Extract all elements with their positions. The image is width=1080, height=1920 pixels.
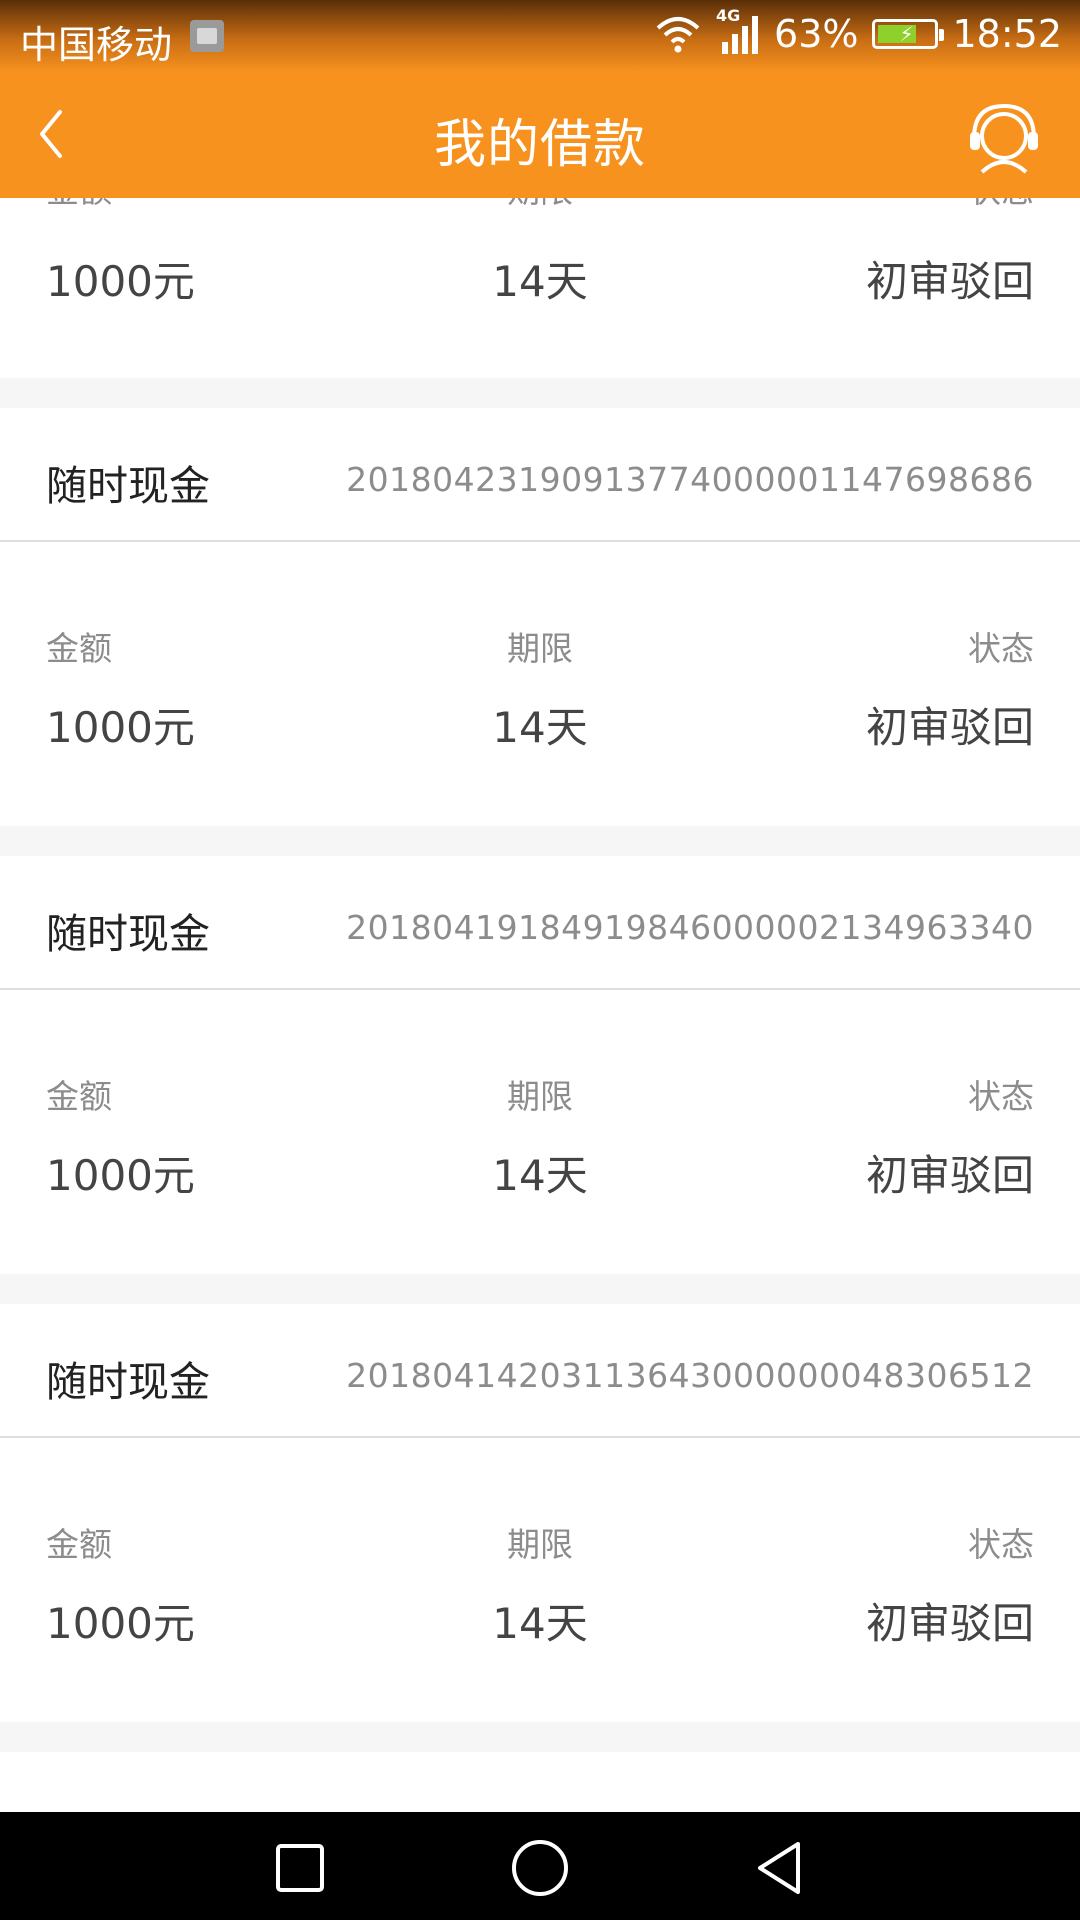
recent-apps-button[interactable] [270, 1838, 330, 1898]
signal-icon: 4G [716, 6, 760, 56]
status-label: 状态 [968, 1525, 1034, 1564]
card-separator [0, 378, 1080, 408]
status-icons: 4G 63% ⚡ 18:52 [654, 6, 1062, 56]
loan-card-next-partial[interactable] [0, 1752, 1080, 1812]
home-button[interactable] [510, 1838, 570, 1898]
term-label: 期限 [507, 629, 573, 668]
card-separator [0, 1274, 1080, 1304]
order-number: 20180414203113643000000048306512 [346, 1356, 1034, 1395]
loan-card-header: 随时现金 20180414203113643000000048306512 [0, 1304, 1080, 1438]
card-separator [0, 1722, 1080, 1752]
carrier-name: 中国移动 [20, 23, 173, 67]
term-label: 期限 [0, 198, 1080, 212]
wifi-icon [654, 14, 702, 54]
loan-card-partial[interactable]: 金额1000元 期限14天 状态初审驳回 [0, 198, 1080, 378]
status-value: 初审驳回 [865, 703, 1034, 752]
network-type: 4G [716, 6, 741, 25]
system-nav-bar [0, 1812, 1080, 1920]
loan-card[interactable]: 随时现金 20180414203113643000000048306512 金额… [0, 1304, 1080, 1722]
loan-card[interactable]: 随时现金 20180419184919846000002134963340 金额… [0, 856, 1080, 1274]
triangle-icon [758, 1842, 800, 1894]
product-name: 随时现金 [46, 910, 210, 958]
product-name: 随时现金 [46, 1358, 210, 1406]
status-label: 状态 [968, 198, 1034, 212]
term-label: 期限 [507, 1525, 573, 1564]
loan-card[interactable]: 随时现金 2018042319091377400000114769868​6 金… [0, 408, 1080, 826]
battery-icon: ⚡ [872, 19, 945, 49]
loan-list[interactable]: 金额1000元 期限14天 状态初审驳回 随时现金 20180423190913… [0, 198, 1080, 1812]
loan-card-body: 金额 1000元 期限 14天 状态 初审驳回 [0, 542, 1080, 826]
status-value: 初审驳回 [865, 1151, 1034, 1200]
term-label: 期限 [507, 1077, 573, 1116]
status-value: 初审驳回 [865, 257, 1034, 306]
nav-back-button[interactable] [750, 1838, 810, 1898]
customer-service-button[interactable] [966, 100, 1042, 176]
loan-card-body: 金额 1000元 期限 14天 状态 初审驳回 [0, 990, 1080, 1274]
product-name: 随时现金 [46, 462, 210, 510]
gallery-notification-icon [190, 20, 224, 52]
order-number: 2018042319091377400000114769868​6 [346, 460, 1034, 499]
status-bar: 中国移动 4G 63% ⚡ 18:52 [0, 0, 1080, 72]
app-header: 我的借款 [0, 72, 1080, 198]
circle-icon [512, 1840, 568, 1896]
status-label: 状态 [968, 1077, 1034, 1116]
card-separator [0, 826, 1080, 856]
battery-percent: 63% [774, 12, 859, 56]
status-value: 初审驳回 [865, 1599, 1034, 1648]
order-number: 20180419184919846000002134963340 [346, 908, 1034, 947]
clock: 18:52 [952, 12, 1062, 56]
loan-card-header: 随时现金 20180419184919846000002134963340 [0, 856, 1080, 990]
status-label: 状态 [968, 629, 1034, 668]
page-title: 我的借款 [433, 115, 646, 175]
loan-card-header: 随时现金 2018042319091377400000114769868​6 [0, 408, 1080, 542]
loan-card-body: 金额 1000元 期限 14天 状态 初审驳回 [0, 1438, 1080, 1722]
customer-service-icon [970, 103, 1038, 174]
square-icon [276, 1844, 324, 1892]
